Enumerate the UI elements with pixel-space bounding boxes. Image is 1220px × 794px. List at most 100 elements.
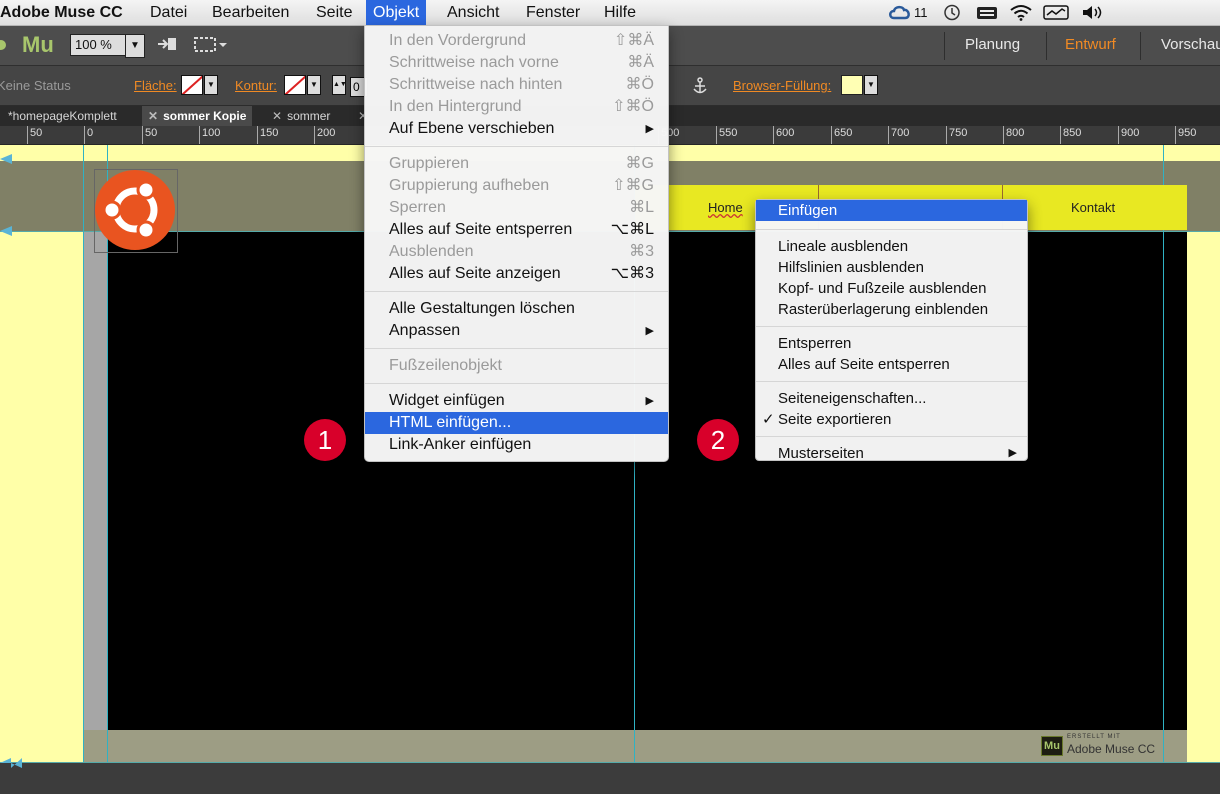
mode-divider bbox=[1046, 32, 1047, 60]
stroke-label[interactable]: Kontur: bbox=[235, 78, 277, 93]
menu-item-html-einfugen[interactable]: HTML einfügen... bbox=[365, 412, 668, 434]
zoom-field[interactable]: 100 % bbox=[70, 34, 128, 56]
menu-item-label: Link-Anker einfügen bbox=[389, 436, 532, 453]
footer-area[interactable] bbox=[83, 730, 1187, 763]
menu-item-auf-ebene-verschieben[interactable]: Auf Ebene verschieben ▶ bbox=[365, 118, 668, 140]
context-item-label: Seite exportieren bbox=[778, 411, 892, 428]
menu-item-alles-auf-seite-entsperren[interactable]: Alles auf Seite entsperren ⌥⌘L bbox=[365, 219, 668, 241]
creative-cloud-icon[interactable] bbox=[888, 4, 912, 21]
frame-tool-icon[interactable] bbox=[194, 35, 228, 53]
footer-guide[interactable] bbox=[0, 762, 1220, 763]
content-guide[interactable] bbox=[1163, 145, 1164, 763]
nav-link-home[interactable]: Home bbox=[708, 200, 743, 215]
context-item-musterseiten[interactable]: Musterseiten ▶ bbox=[756, 443, 1027, 464]
context-item-rasteruberlagerung-einblenden[interactable]: Rasterüberlagerung einblenden bbox=[756, 299, 1027, 320]
menu-item-label: In den Hintergrund bbox=[389, 98, 522, 115]
menu-fenster[interactable]: Fenster bbox=[526, 0, 580, 25]
browser-fill-swatch[interactable] bbox=[841, 75, 863, 95]
fill-dropdown-arrow[interactable]: ▼ bbox=[204, 75, 218, 95]
mode-planung-button[interactable]: Planung bbox=[965, 36, 1020, 53]
fill-swatch[interactable] bbox=[181, 75, 203, 95]
nav-link-kontakt[interactable]: Kontakt bbox=[1071, 200, 1115, 215]
context-item-seiteneigenschaften[interactable]: Seiteneigenschaften... bbox=[756, 388, 1027, 409]
ruler-tick: 50 bbox=[142, 126, 157, 144]
menu-separator bbox=[756, 436, 1027, 437]
keyboard-icon[interactable] bbox=[976, 4, 998, 21]
menu-item-widget-einfugen[interactable]: Widget einfügen ▶ bbox=[365, 390, 668, 412]
zoom-dropdown-arrow[interactable]: ▼ bbox=[125, 34, 145, 58]
menu-item-label: Alle Gestaltungen löschen bbox=[389, 300, 575, 317]
menu-item-alles-auf-seite-anzeigen[interactable]: Alles auf Seite anzeigen ⌥⌘3 bbox=[365, 263, 668, 285]
menu-item-gruppieren: Gruppieren ⌘G bbox=[365, 153, 668, 175]
bottom-bar bbox=[0, 763, 1220, 794]
fill-label[interactable]: Fläche: bbox=[134, 78, 177, 93]
browser-fill-label[interactable]: Browser-Füllung: bbox=[733, 78, 831, 93]
menu-item-gruppierung-aufheben: Gruppierung aufheben ⇧⌘G bbox=[365, 175, 668, 197]
menu-separator bbox=[756, 229, 1027, 230]
menu-separator bbox=[756, 326, 1027, 327]
ruler-tick: 700 bbox=[888, 126, 909, 144]
mode-divider bbox=[944, 32, 945, 60]
wifi-icon[interactable] bbox=[1009, 4, 1033, 21]
menu-item-label: Fußzeilenobjekt bbox=[389, 357, 502, 374]
states-label: Keine Status bbox=[0, 78, 71, 93]
ruler-tick: 900 bbox=[1118, 126, 1139, 144]
menu-item-shortcut: ⇧⌘Ö bbox=[612, 98, 654, 115]
activity-monitor-icon[interactable] bbox=[1043, 4, 1069, 21]
menu-item-anpassen[interactable]: Anpassen ▶ bbox=[365, 320, 668, 342]
muse-footer-logo: Mu bbox=[1041, 736, 1063, 756]
mode-vorschau-button[interactable]: Vorschau bbox=[1161, 36, 1220, 53]
menu-item-shortcut: ⌘L bbox=[629, 199, 654, 216]
page-guide[interactable] bbox=[83, 145, 84, 763]
context-item-label: Entsperren bbox=[778, 335, 852, 352]
step-badge-2: 2 bbox=[697, 419, 739, 461]
checkmark-icon: ✓ bbox=[762, 411, 775, 428]
menu-item-sperren: Sperren ⌘L bbox=[365, 197, 668, 219]
menu-separator bbox=[756, 381, 1027, 382]
menu-ansicht[interactable]: Ansicht bbox=[447, 0, 499, 25]
menu-item-label: Gruppieren bbox=[389, 155, 470, 172]
menu-datei[interactable]: Datei bbox=[150, 0, 187, 25]
volume-icon[interactable] bbox=[1081, 4, 1105, 21]
menu-item-alle-gestaltungen-loschen[interactable]: Alle Gestaltungen löschen bbox=[365, 298, 668, 320]
menu-seite[interactable]: Seite bbox=[316, 0, 352, 25]
place-icon[interactable] bbox=[156, 35, 178, 53]
anchor-icon[interactable] bbox=[692, 77, 708, 95]
tab-sommer-kopie[interactable]: ✕ sommer Kopie bbox=[142, 106, 253, 126]
close-icon[interactable]: ✕ bbox=[272, 109, 282, 123]
menu-item-shortcut: ⌘Ö bbox=[625, 76, 654, 93]
menu-item-link-anker-einfugen[interactable]: Link-Anker einfügen bbox=[365, 434, 668, 456]
menu-item-label: Schrittweise nach hinten bbox=[389, 76, 563, 93]
app-menu[interactable]: Adobe Muse CC bbox=[0, 0, 123, 25]
context-item-kopf-und-fu-zeile-ausblenden[interactable]: Kopf- und Fußzeile ausblenden bbox=[756, 278, 1027, 299]
tab-label: sommer Kopie bbox=[163, 109, 247, 123]
menu-objekt[interactable]: Objekt bbox=[366, 0, 427, 25]
menu-item-schrittweise-nach-vorne: Schrittweise nach vorne ⌘Ä bbox=[365, 52, 668, 74]
tab-homepagekomplett[interactable]: *homepageKomplett bbox=[2, 106, 123, 126]
menu-item-label: In den Vordergrund bbox=[389, 32, 526, 49]
context-item-alles-auf-seite-entsperren[interactable]: Alles auf Seite entsperren bbox=[756, 354, 1027, 375]
stroke-dropdown-arrow[interactable]: ▼ bbox=[307, 75, 321, 95]
menu-item-label: HTML einfügen... bbox=[389, 414, 512, 431]
menu-hilfe[interactable]: Hilfe bbox=[604, 0, 636, 25]
tab-sommer[interactable]: ✕ sommer bbox=[266, 106, 336, 126]
stroke-width-stepper[interactable]: ▲▼ bbox=[332, 75, 347, 95]
context-item-entsperren[interactable]: Entsperren bbox=[756, 333, 1027, 354]
ruler-tick: 600 bbox=[773, 126, 794, 144]
context-item-seite-exportieren[interactable]: ✓ Seite exportieren bbox=[756, 409, 1027, 430]
menu-item-label: Auf Ebene verschieben bbox=[389, 120, 555, 137]
context-item-label: Einfügen bbox=[778, 202, 838, 219]
time-machine-icon[interactable] bbox=[942, 4, 962, 21]
close-icon[interactable]: ✕ bbox=[148, 109, 158, 123]
menu-item-schrittweise-nach-hinten: Schrittweise nach hinten ⌘Ö bbox=[365, 74, 668, 96]
menu-item-label: Alles auf Seite anzeigen bbox=[389, 265, 561, 282]
menu-bearbeiten[interactable]: Bearbeiten bbox=[212, 0, 289, 25]
submenu-arrow-icon: ▶ bbox=[1008, 447, 1017, 459]
browser-fill-dropdown-arrow[interactable]: ▼ bbox=[864, 75, 878, 95]
context-item-einfugen[interactable]: Einfügen bbox=[756, 200, 1027, 221]
stroke-swatch[interactable] bbox=[284, 75, 306, 95]
logo-frame[interactable] bbox=[94, 169, 178, 253]
mode-entwurf-button[interactable]: Entwurf bbox=[1065, 36, 1116, 53]
context-item-hilfslinien-ausblenden[interactable]: Hilfslinien ausblenden bbox=[756, 257, 1027, 278]
context-item-lineale-ausblenden[interactable]: Lineale ausblenden bbox=[756, 236, 1027, 257]
